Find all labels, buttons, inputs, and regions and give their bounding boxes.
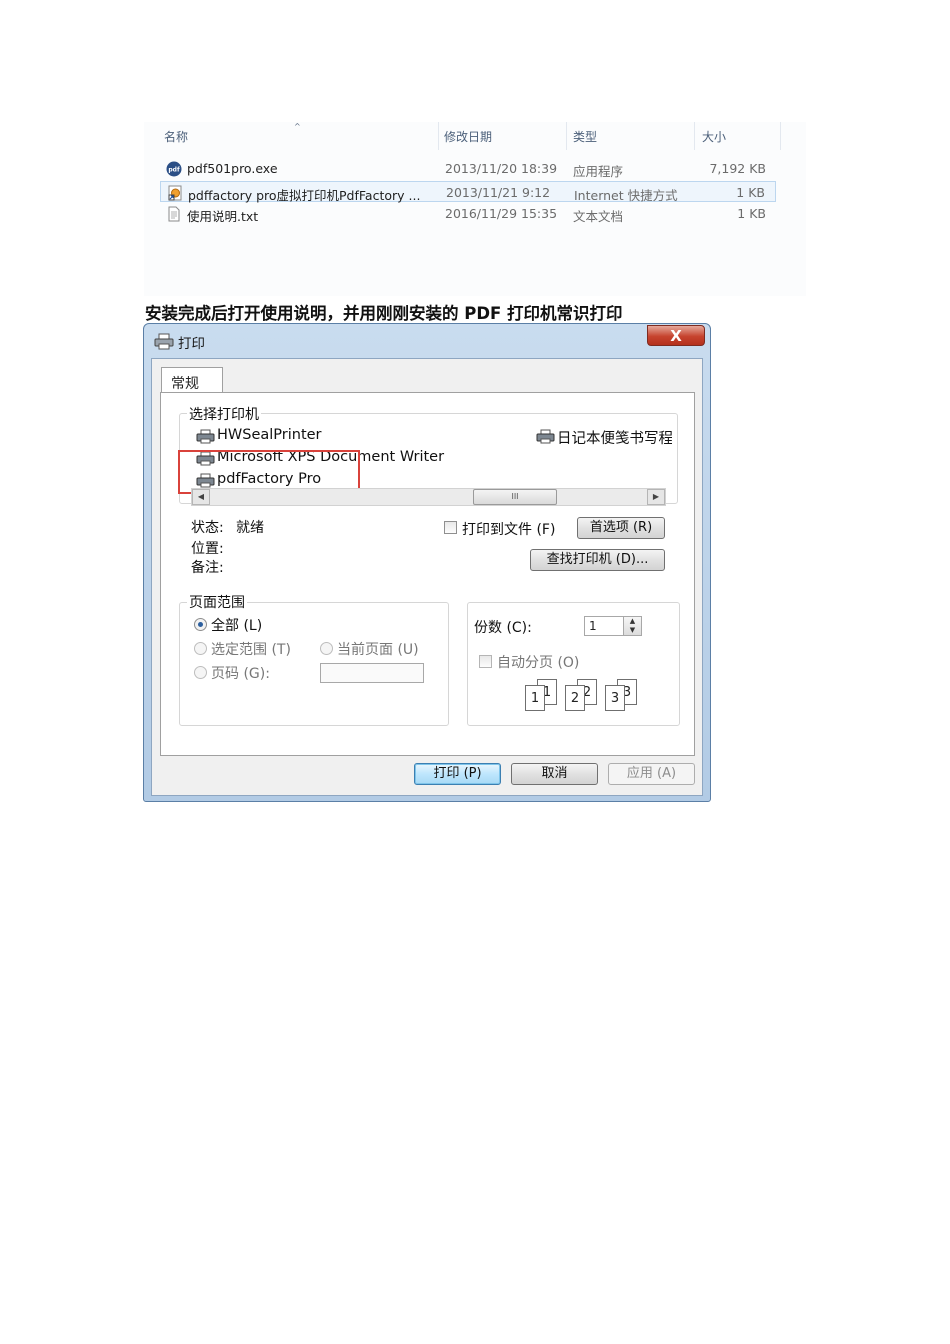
- copies-label: 份数 (C):: [474, 620, 532, 636]
- range-selection-radio[interactable]: [194, 642, 207, 655]
- printer-group-legend: 选择打印机: [187, 404, 261, 424]
- apply-button[interactable]: 应用 (A): [608, 763, 695, 785]
- file-name: pdf501pro.exe: [187, 161, 278, 176]
- file-date: 2013/11/20 18:39: [445, 161, 558, 176]
- dialog-title-bar[interactable]: 打印: [150, 327, 690, 353]
- close-button[interactable]: X: [647, 325, 705, 346]
- printer-list-scrollbar[interactable]: [191, 488, 666, 506]
- internet-shortcut-icon: [168, 185, 182, 201]
- range-selection-label[interactable]: 选定范围 (T): [211, 639, 291, 659]
- column-divider[interactable]: [694, 122, 695, 150]
- range-pages-label[interactable]: 页码 (G):: [211, 663, 270, 683]
- column-header-type[interactable]: 类型: [573, 128, 597, 145]
- location-label: 位置:: [191, 541, 224, 557]
- scroll-right-arrow-icon[interactable]: ▶: [647, 489, 665, 505]
- status-label: 状态:: [191, 520, 224, 536]
- instruction-text: 安装完成后打开使用说明，并用刚刚安装的 PDF 打印机常识打印: [145, 304, 623, 323]
- column-divider[interactable]: [438, 122, 439, 150]
- print-dialog: 打印 X 常规 选择打印机 HWSealPrinter Microsoft XP…: [143, 323, 711, 802]
- file-date: 2016/11/29 15:35: [445, 206, 558, 221]
- text-file-icon: [168, 206, 180, 222]
- dialog-title: 打印: [178, 336, 205, 352]
- column-header-date[interactable]: 修改日期: [444, 128, 492, 145]
- tab-general[interactable]: 常规: [161, 367, 223, 393]
- file-size: 1 KB: [736, 185, 765, 200]
- collate-checkbox[interactable]: [479, 655, 492, 668]
- print-button[interactable]: 打印 (P): [414, 763, 501, 785]
- file-size: 7,192 KB: [709, 161, 766, 176]
- file-size: 1 KB: [737, 206, 766, 221]
- printer-item-hwsealprinter[interactable]: HWSealPrinter: [217, 427, 322, 443]
- file-row[interactable]: pdf pdf501pro.exe 2013/11/20 18:39 应用程序 …: [160, 158, 776, 180]
- file-name: pdffactory pro虚拟打印机PdfFactory ...: [188, 188, 421, 203]
- file-type: Internet 快捷方式: [574, 188, 678, 203]
- page-range-input[interactable]: [320, 663, 424, 683]
- file-list-panel: ^ 名称 修改日期 类型 大小 pdf pdf501pro.exe 2013/1…: [144, 122, 806, 296]
- range-current-page-radio[interactable]: [320, 642, 333, 655]
- page-range-legend: 页面范围: [187, 592, 247, 612]
- file-type: 应用程序: [573, 164, 624, 179]
- scroll-thumb[interactable]: III: [473, 489, 557, 505]
- scroll-left-arrow-icon[interactable]: ◀: [192, 489, 210, 505]
- column-header-name[interactable]: 名称: [164, 128, 188, 145]
- printer-item-onenote[interactable]: 日记本便笺书写程: [557, 427, 672, 448]
- file-date: 2013/11/21 9:12: [446, 185, 551, 200]
- file-type: 文本文档: [573, 209, 624, 224]
- collate-label[interactable]: 自动分页 (O): [497, 652, 579, 672]
- range-all-label[interactable]: 全部 (L): [211, 615, 262, 635]
- printer-icon: [536, 429, 555, 444]
- range-all-radio[interactable]: [194, 618, 207, 631]
- comment-label: 备注:: [191, 560, 224, 576]
- copies-input[interactable]: 1: [584, 616, 624, 636]
- print-to-file-checkbox[interactable]: [444, 521, 457, 534]
- printer-icon: [154, 333, 174, 350]
- column-divider[interactable]: [566, 122, 567, 150]
- cancel-button[interactable]: 取消: [511, 763, 598, 785]
- printer-icon: [196, 429, 215, 444]
- collate-page-icon: 3: [605, 685, 625, 711]
- sort-ascending-icon: ^: [294, 122, 301, 131]
- tab-panel-general: 选择打印机 HWSealPrinter Microsoft XPS Docume…: [160, 392, 695, 756]
- status-value: 就绪: [236, 520, 264, 536]
- range-pages-radio[interactable]: [194, 666, 207, 679]
- preferences-button[interactable]: 首选项 (R): [577, 517, 665, 539]
- collate-page-icon: 1: [525, 685, 545, 711]
- copies-spinner[interactable]: ▲ ▼: [623, 616, 642, 636]
- file-row[interactable]: 使用说明.txt 2016/11/29 15:35 文本文档 1 KB: [160, 203, 776, 225]
- range-current-page-label[interactable]: 当前页面 (U): [337, 639, 419, 659]
- find-printer-button[interactable]: 查找打印机 (D)...: [530, 549, 665, 571]
- pdf-app-icon: pdf: [166, 161, 182, 177]
- file-name: 使用说明.txt: [187, 209, 259, 224]
- dialog-body: 常规 选择打印机 HWSealPrinter Microsoft XPS Doc…: [151, 358, 703, 796]
- svg-text:pdf: pdf: [168, 167, 180, 174]
- file-row-selected[interactable]: pdffactory pro虚拟打印机PdfFactory ... 2013/1…: [160, 181, 776, 203]
- column-divider: [780, 122, 781, 150]
- print-to-file-label[interactable]: 打印到文件 (F): [462, 519, 555, 539]
- collate-page-icon: 2: [565, 685, 585, 711]
- column-header-size[interactable]: 大小: [702, 128, 726, 145]
